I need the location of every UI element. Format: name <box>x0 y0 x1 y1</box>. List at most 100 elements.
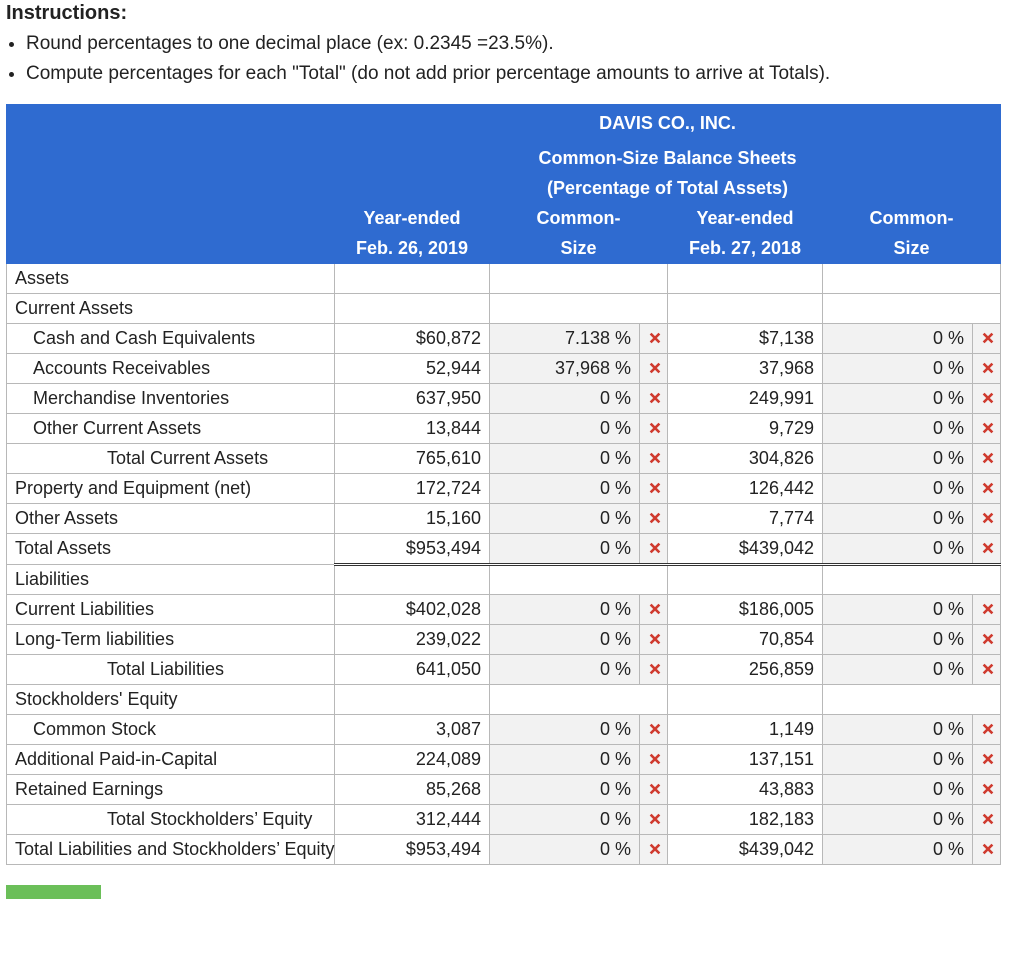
percent-2019-input[interactable]: 0 % <box>490 624 640 654</box>
percent-2019-input[interactable]: 0 % <box>490 744 640 774</box>
value-2019: 52,944 <box>335 353 490 383</box>
percent-2019-input[interactable]: 0 % <box>490 383 640 413</box>
value-2018: 37,968 <box>668 353 823 383</box>
table-row: Total Liabilities641,0500 %256,8590 % <box>7 654 1001 684</box>
value-2019: 239,022 <box>335 624 490 654</box>
table-row: Total Stockholders’ Equity312,4440 %182,… <box>7 804 1001 834</box>
row-label: Current Liabilities <box>7 594 335 624</box>
incorrect-icon <box>973 804 1001 834</box>
header-subtitle: (Percentage of Total Assets) <box>335 173 1001 203</box>
table-row: Cash and Cash Equivalents$60,8727.138 %$… <box>7 323 1001 353</box>
percent-2018-input[interactable]: 0 % <box>823 654 973 684</box>
table-row: Total Current Assets765,6100 %304,8260 % <box>7 443 1001 473</box>
incorrect-icon <box>973 774 1001 804</box>
percent-2019-input[interactable]: 0 % <box>490 413 640 443</box>
percent-2018-input[interactable]: 0 % <box>823 834 973 864</box>
incorrect-icon <box>640 774 668 804</box>
incorrect-icon <box>973 383 1001 413</box>
table-row: Other Current Assets13,8440 %9,7290 % <box>7 413 1001 443</box>
incorrect-icon <box>640 804 668 834</box>
row-label: Cash and Cash Equivalents <box>7 323 335 353</box>
table-row: Long-Term liabilities239,0220 %70,8540 % <box>7 624 1001 654</box>
table-section-row: Assets <box>7 263 1001 293</box>
row-label: Total Assets <box>7 533 335 564</box>
value-2019: 224,089 <box>335 744 490 774</box>
value-2018: 43,883 <box>668 774 823 804</box>
value-2019: 172,724 <box>335 473 490 503</box>
percent-2019-input[interactable]: 0 % <box>490 834 640 864</box>
incorrect-icon <box>973 473 1001 503</box>
value-2018: 7,774 <box>668 503 823 533</box>
percent-2019-input[interactable]: 0 % <box>490 533 640 564</box>
percent-2019-input[interactable]: 0 % <box>490 594 640 624</box>
incorrect-icon <box>973 594 1001 624</box>
value-2019: 637,950 <box>335 383 490 413</box>
incorrect-icon <box>973 654 1001 684</box>
incorrect-icon <box>640 714 668 744</box>
percent-2018-input[interactable]: 0 % <box>823 473 973 503</box>
percent-2019-input[interactable]: 37,968 % <box>490 353 640 383</box>
percent-2019-input[interactable]: 0 % <box>490 503 640 533</box>
incorrect-icon <box>640 834 668 864</box>
value-2019: 85,268 <box>335 774 490 804</box>
value-2019: $60,872 <box>335 323 490 353</box>
percent-2018-input[interactable]: 0 % <box>823 744 973 774</box>
table-row: Current Liabilities$402,0280 %$186,0050 … <box>7 594 1001 624</box>
percent-2018-input[interactable]: 0 % <box>823 503 973 533</box>
value-2019: 312,444 <box>335 804 490 834</box>
percent-2019-input[interactable]: 0 % <box>490 654 640 684</box>
value-2018: 256,859 <box>668 654 823 684</box>
col-common-size-2018-line2: Size <box>823 233 1001 263</box>
incorrect-icon <box>973 503 1001 533</box>
percent-2019-input[interactable]: 7.138 % <box>490 323 640 353</box>
incorrect-icon <box>640 443 668 473</box>
percent-2018-input[interactable]: 0 % <box>823 594 973 624</box>
col-year-2019-line1: Year-ended <box>335 203 490 233</box>
value-2018: 182,183 <box>668 804 823 834</box>
incorrect-icon <box>640 323 668 353</box>
percent-2018-input[interactable]: 0 % <box>823 804 973 834</box>
table-row: Accounts Receivables52,94437,968 %37,968… <box>7 353 1001 383</box>
row-label: Total Stockholders’ Equity <box>7 804 335 834</box>
value-2018: 126,442 <box>668 473 823 503</box>
value-2019: $953,494 <box>335 533 490 564</box>
value-2018: 249,991 <box>668 383 823 413</box>
section-label: Stockholders' Equity <box>7 684 335 714</box>
value-2018: 9,729 <box>668 413 823 443</box>
value-2018: 70,854 <box>668 624 823 654</box>
col-year-2018-line2: Feb. 27, 2018 <box>668 233 823 263</box>
percent-2019-input[interactable]: 0 % <box>490 804 640 834</box>
section-label: Liabilities <box>7 564 335 594</box>
value-2019: $402,028 <box>335 594 490 624</box>
value-2019: 13,844 <box>335 413 490 443</box>
incorrect-icon <box>973 413 1001 443</box>
percent-2018-input[interactable]: 0 % <box>823 774 973 804</box>
table-row: Retained Earnings85,2680 %43,8830 % <box>7 774 1001 804</box>
col-year-2019-line2: Feb. 26, 2019 <box>335 233 490 263</box>
percent-2018-input[interactable]: 0 % <box>823 624 973 654</box>
percent-2019-input[interactable]: 0 % <box>490 473 640 503</box>
percent-2018-input[interactable]: 0 % <box>823 533 973 564</box>
percent-2018-input[interactable]: 0 % <box>823 323 973 353</box>
col-common-size-2019-line2: Size <box>490 233 668 263</box>
incorrect-icon <box>973 714 1001 744</box>
percent-2018-input[interactable]: 0 % <box>823 714 973 744</box>
value-2019: 765,610 <box>335 443 490 473</box>
percent-2019-input[interactable]: 0 % <box>490 443 640 473</box>
incorrect-icon <box>640 744 668 774</box>
row-label: Total Liabilities <box>7 654 335 684</box>
instruction-item: Compute percentages for each "Total" (do… <box>26 59 1018 89</box>
section-label: Current Assets <box>7 293 335 323</box>
value-2019: 3,087 <box>335 714 490 744</box>
table-row: Total Liabilities and Stockholders’ Equi… <box>7 834 1001 864</box>
value-2019: 15,160 <box>335 503 490 533</box>
percent-2019-input[interactable]: 0 % <box>490 714 640 744</box>
percent-2019-input[interactable]: 0 % <box>490 774 640 804</box>
value-2019: $953,494 <box>335 834 490 864</box>
percent-2018-input[interactable]: 0 % <box>823 413 973 443</box>
table-section-row: Liabilities <box>7 564 1001 594</box>
percent-2018-input[interactable]: 0 % <box>823 443 973 473</box>
percent-2018-input[interactable]: 0 % <box>823 353 973 383</box>
percent-2018-input[interactable]: 0 % <box>823 383 973 413</box>
row-label: Total Current Assets <box>7 443 335 473</box>
